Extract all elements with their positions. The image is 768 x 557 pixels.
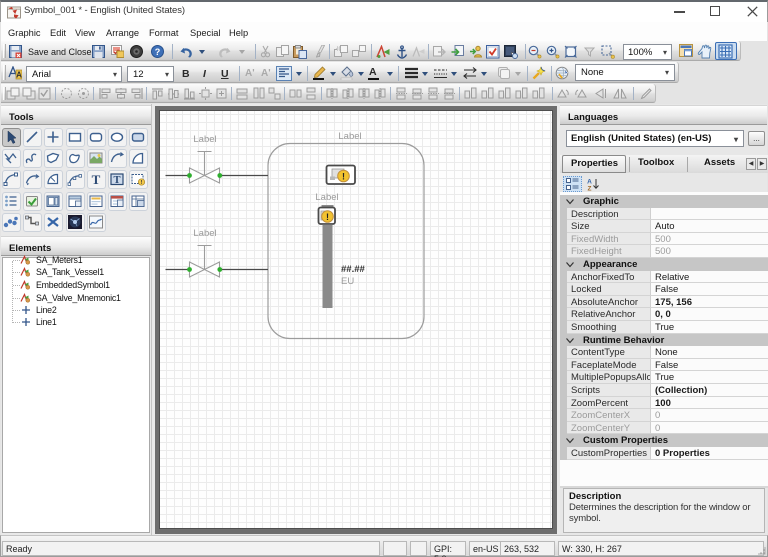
- svg-text:!: !: [326, 212, 329, 222]
- svg-text:Z: Z: [588, 186, 592, 192]
- svg-text:!: !: [141, 180, 143, 186]
- svg-text:T: T: [92, 172, 101, 187]
- svg-text:A: A: [587, 179, 592, 186]
- svg-text:A: A: [16, 71, 22, 80]
- svg-text:T: T: [113, 175, 120, 186]
- svg-text:!: !: [342, 172, 345, 182]
- svg-text:?: ?: [155, 47, 161, 57]
